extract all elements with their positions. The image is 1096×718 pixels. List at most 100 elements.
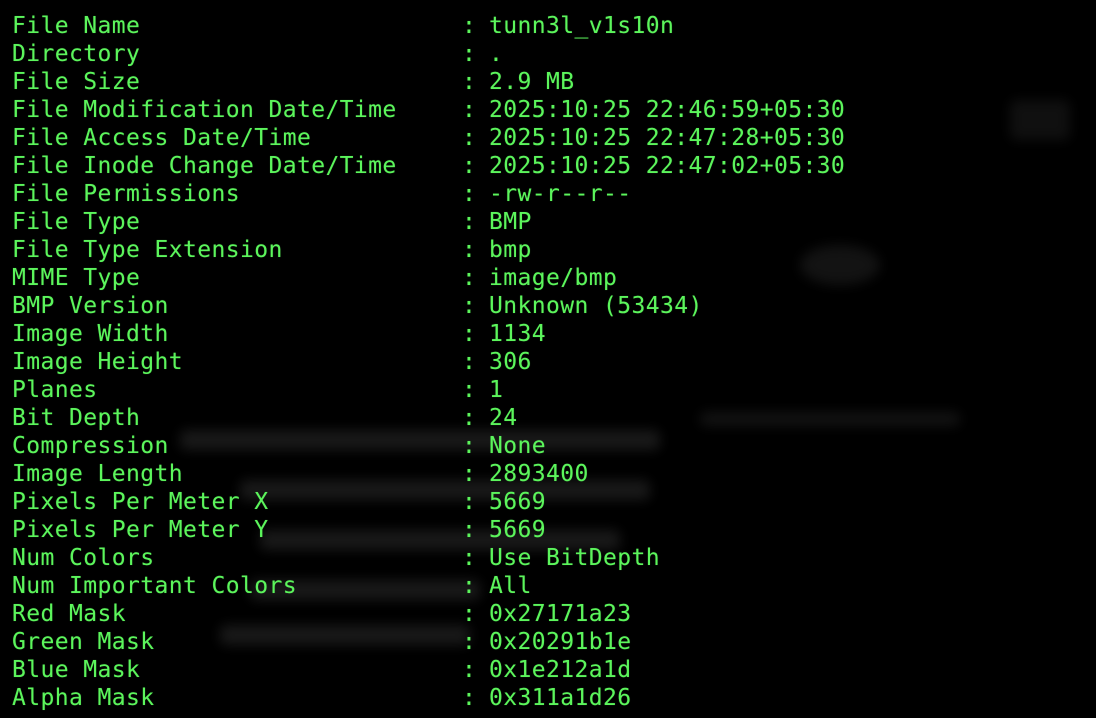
output-line: Compression: None: [12, 432, 845, 460]
output-line: Alpha Mask:0x311a1d26: [12, 684, 845, 712]
background-blur: [1010, 100, 1070, 140]
field-value: tunn3l_v1s10n: [489, 13, 675, 39]
field-value: None: [489, 433, 546, 459]
field-separator: :: [462, 461, 477, 487]
output-line: Directory:.: [12, 40, 845, 68]
output-line: File Type Extension: bmp: [12, 236, 845, 264]
field-label: Red Mask: [12, 601, 126, 627]
field-separator: :: [462, 153, 477, 179]
field-separator: :: [462, 657, 477, 683]
field-separator: :: [462, 517, 477, 543]
field-label: File Type Extension: [12, 237, 283, 263]
output-line: File Modification Date/Time:2025:10:25 2…: [12, 96, 845, 124]
output-line: Blue Mask:0x1e212a1d: [12, 656, 845, 684]
output-line: Red Mask:0x27171a23: [12, 600, 845, 628]
output-line: File Name: tunn3l_v1s10n: [12, 12, 845, 40]
field-label: File Size: [12, 69, 141, 95]
field-value: 2893400: [489, 461, 589, 487]
field-label: MIME Type: [12, 265, 141, 291]
field-label: Num Important Colors: [12, 573, 297, 599]
field-value: 0x311a1d26: [489, 685, 632, 711]
field-separator: :: [462, 349, 477, 375]
output-line: File Permissions: -rw-r--r--: [12, 180, 845, 208]
field-separator: :: [462, 573, 477, 599]
field-label: Bit Depth: [12, 405, 141, 431]
field-separator: :: [462, 405, 477, 431]
field-label: Num Colors: [12, 545, 155, 571]
field-value: 2.9 MB: [489, 69, 575, 95]
field-value: 0x27171a23: [489, 601, 632, 627]
output-line: Image Height:306: [12, 348, 845, 376]
output-line: File Size:2.9 MB: [12, 68, 845, 96]
field-value: 2025:10:25 22:46:59+05:30: [489, 97, 846, 123]
field-value: 1: [489, 377, 504, 403]
field-separator: :: [462, 545, 477, 571]
field-value: 0x1e212a1d: [489, 657, 632, 683]
field-separator: :: [462, 237, 477, 263]
field-separator: :: [462, 433, 477, 459]
field-label: BMP Version: [12, 293, 169, 319]
field-separator: :: [462, 321, 477, 347]
field-value: Unknown (53434): [489, 293, 703, 319]
field-separator: :: [462, 685, 477, 711]
field-value: image/bmp: [489, 265, 618, 291]
field-value: BMP: [489, 209, 532, 235]
field-value: bmp: [489, 237, 532, 263]
field-separator: :: [462, 377, 477, 403]
field-separator: :: [462, 601, 477, 627]
field-label: Directory: [12, 41, 141, 67]
field-separator: :: [462, 293, 477, 319]
field-label: Pixels Per Meter X: [12, 489, 269, 515]
field-value: 0x20291b1e: [489, 629, 632, 655]
field-value: 5669: [489, 517, 546, 543]
output-line: Bit Depth:24: [12, 404, 845, 432]
output-line: BMP Version: Unknown (53434): [12, 292, 845, 320]
output-line: Pixels Per Meter X:5669: [12, 488, 845, 516]
field-label: Blue Mask: [12, 657, 141, 683]
field-separator: :: [462, 181, 477, 207]
field-label: Image Height: [12, 349, 183, 375]
field-value: 24: [489, 405, 518, 431]
field-label: File Access Date/Time: [12, 125, 312, 151]
output-line: Pixels Per Meter Y:5669: [12, 516, 845, 544]
field-label: Planes: [12, 377, 98, 403]
field-separator: :: [462, 489, 477, 515]
output-line: File Inode Change Date/Time:2025:10:25 2…: [12, 152, 845, 180]
output-line: Image Length:2893400: [12, 460, 845, 488]
field-value: -rw-r--r--: [489, 181, 632, 207]
field-separator: :: [462, 125, 477, 151]
field-value: 2025:10:25 22:47:28+05:30: [489, 125, 846, 151]
field-separator: :: [462, 629, 477, 655]
output-line: File Type: BMP: [12, 208, 845, 236]
output-line: Image Width:1134: [12, 320, 845, 348]
field-label: File Inode Change Date/Time: [12, 153, 397, 179]
field-label: Image Width: [12, 321, 169, 347]
field-separator: :: [462, 69, 477, 95]
field-value: 2025:10:25 22:47:02+05:30: [489, 153, 846, 179]
field-label: Image Length: [12, 461, 183, 487]
field-label: Compression: [12, 433, 169, 459]
field-separator: :: [462, 97, 477, 123]
output-line: Num Colors: Use BitDepth: [12, 544, 845, 572]
field-separator: :: [462, 41, 477, 67]
field-label: Alpha Mask: [12, 685, 155, 711]
output-line: Planes:1: [12, 376, 845, 404]
field-label: File Type: [12, 209, 141, 235]
field-separator: :: [462, 265, 477, 291]
field-value: 5669: [489, 489, 546, 515]
field-label: File Modification Date/Time: [12, 97, 397, 123]
field-value: .: [489, 41, 504, 67]
field-label: Green Mask: [12, 629, 155, 655]
field-label: Pixels Per Meter Y: [12, 517, 269, 543]
field-label: File Name: [12, 13, 141, 39]
exif-output: File Name: tunn3l_v1s10n Directory:. File S…: [12, 12, 845, 712]
output-line: MIME Type: image/bmp: [12, 264, 845, 292]
field-separator: :: [462, 13, 477, 39]
output-line: Num Important Colors: All: [12, 572, 845, 600]
field-value: 306: [489, 349, 532, 375]
field-value: All: [489, 573, 532, 599]
field-value: Use BitDepth: [489, 545, 660, 571]
field-value: 1134: [489, 321, 546, 347]
output-line: Green Mask:0x20291b1e: [12, 628, 845, 656]
terminal-window[interactable]: File Name: tunn3l_v1s10n Directory:. File S…: [0, 0, 1096, 718]
